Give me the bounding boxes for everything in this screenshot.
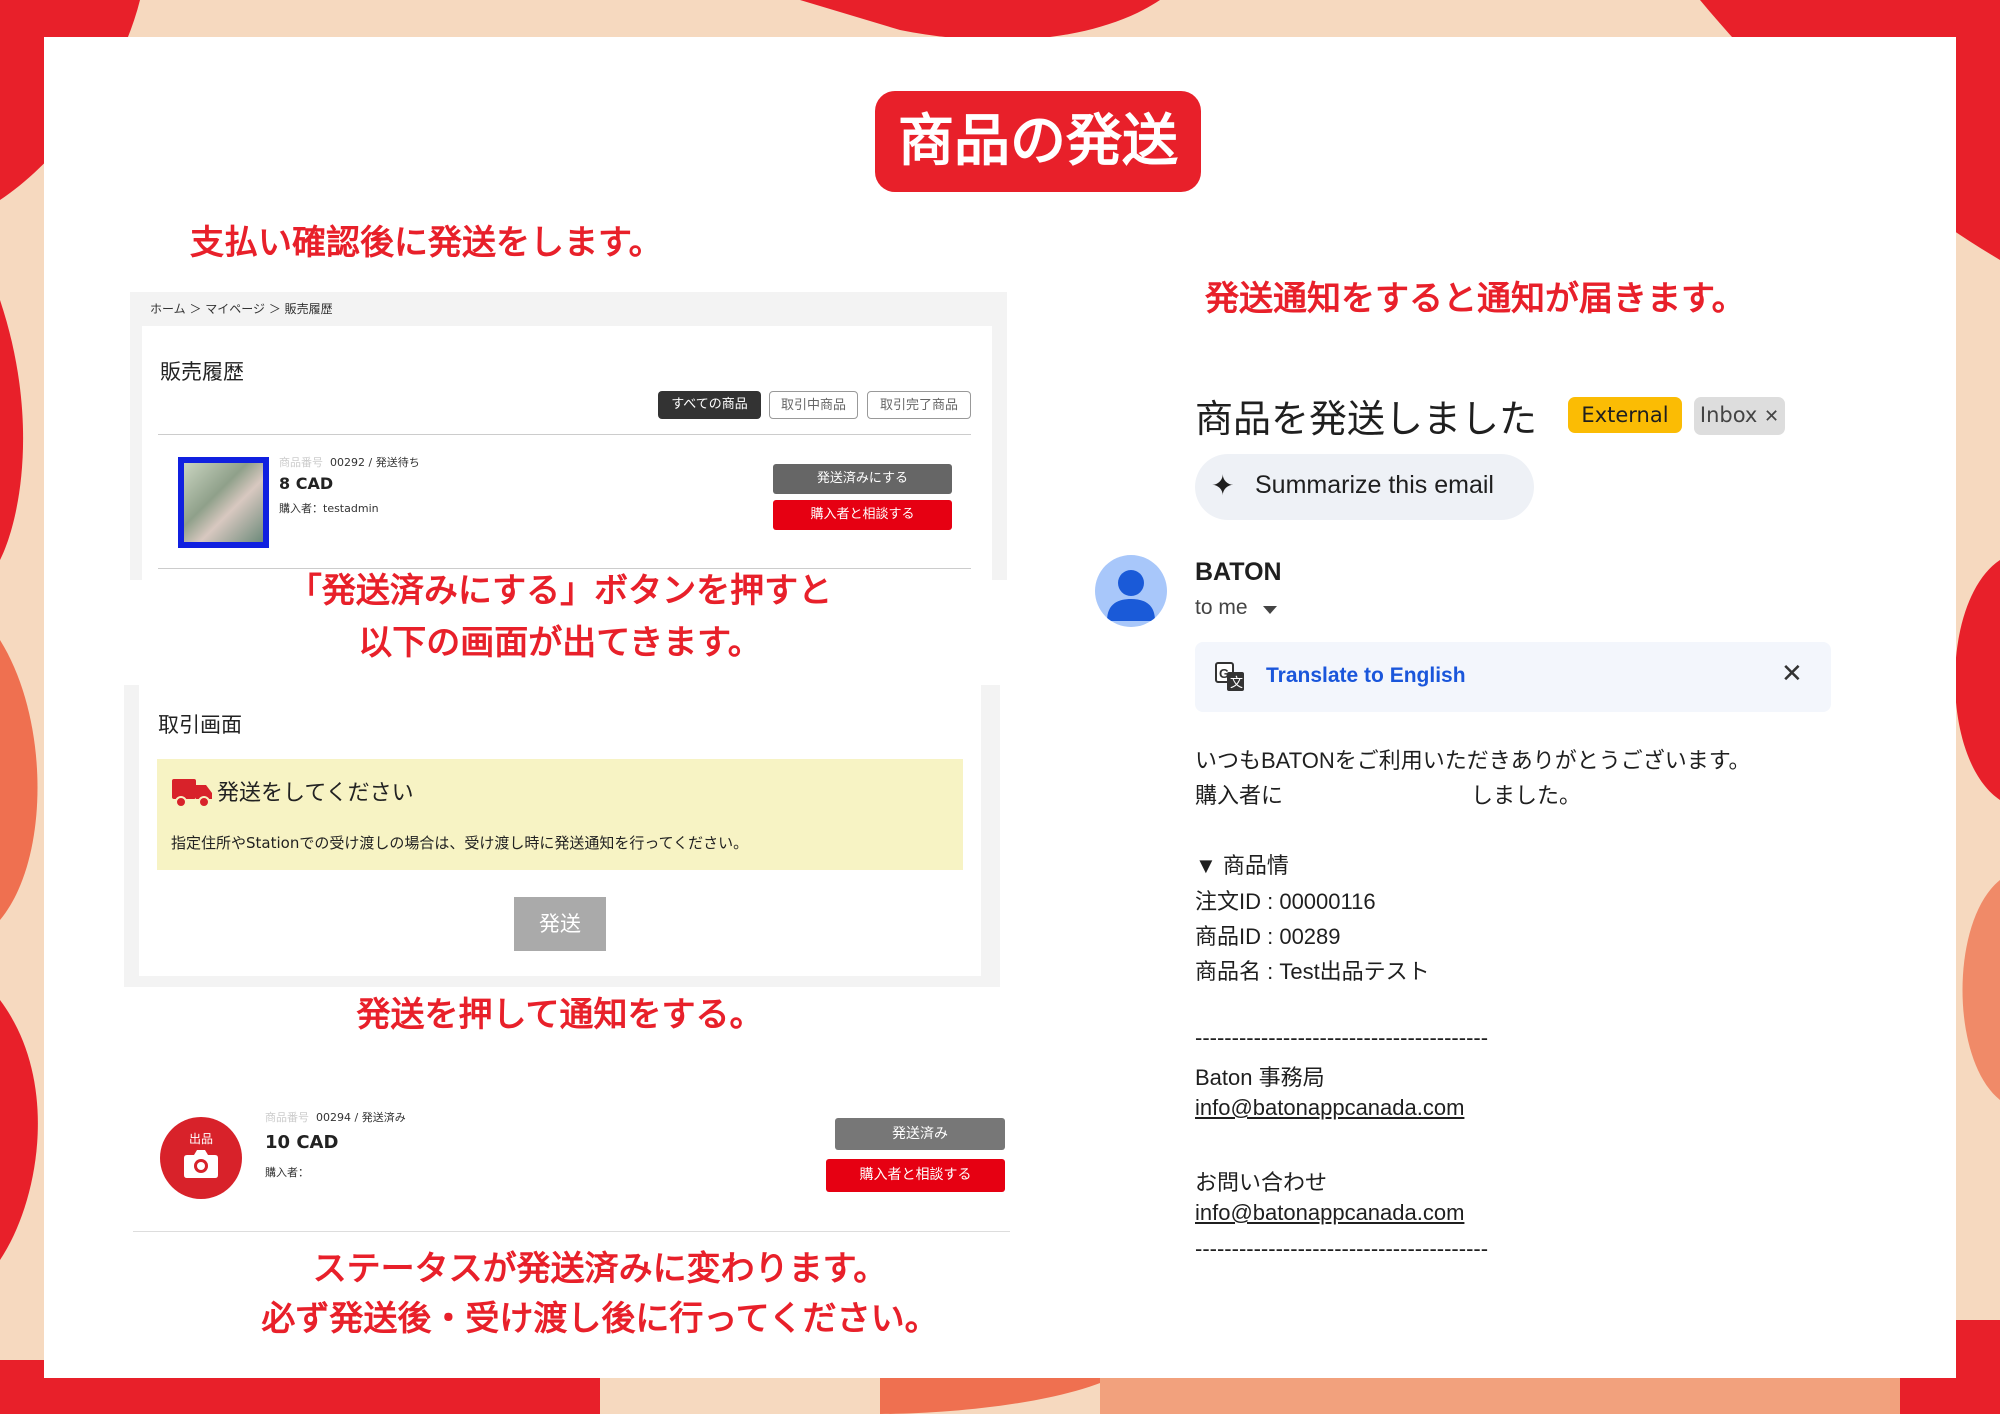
transaction-card: 取引画面 発送をしてください 指定住所やStationでの受け渡しの場合は、受け… bbox=[139, 685, 981, 976]
summarize-label: Summarize this email bbox=[1255, 471, 1494, 499]
email-link-1[interactable]: info@batonappcanada.com bbox=[1195, 1095, 1464, 1121]
email-link-2[interactable]: info@batonappcanada.com bbox=[1195, 1200, 1464, 1226]
email-body-line2: 購入者に しました。 bbox=[1195, 783, 1582, 808]
notice-body: 指定住所やStationでの受け渡しの場合は、受け渡し時に発送通知を行ってくださ… bbox=[171, 834, 749, 852]
inbox-badge[interactable]: Inbox ✕ bbox=[1694, 397, 1785, 435]
mark-shipped-button[interactable]: 発送済みにする bbox=[773, 464, 952, 494]
translate-icon: G 文 bbox=[1215, 662, 1244, 691]
ship-notice: 発送をしてください 指定住所やStationでの受け渡しの場合は、受け渡し時に発… bbox=[157, 759, 963, 870]
step2-caption-line1: 「発送済みにする」ボタンを押すと bbox=[287, 571, 833, 611]
divider bbox=[158, 434, 971, 435]
item-price: 8 CAD bbox=[279, 474, 334, 493]
person-icon bbox=[1107, 570, 1155, 621]
email-order-id: 注文ID : 00000116 bbox=[1195, 889, 1376, 914]
shipped-item-price: 10 CAD bbox=[265, 1132, 339, 1153]
step3-caption: 発送を押して通知をする。 bbox=[356, 995, 764, 1035]
consult-buyer-button-2[interactable]: 購入者と相談する bbox=[826, 1159, 1005, 1192]
translate-link[interactable]: Translate to English bbox=[1266, 664, 1466, 688]
sender-name: BATON bbox=[1195, 558, 1282, 586]
transaction-heading: 取引画面 bbox=[158, 713, 242, 737]
shipped-status-button[interactable]: 発送済み bbox=[835, 1118, 1005, 1150]
tab-in-progress[interactable]: 取引中商品 bbox=[769, 391, 858, 419]
email-product-name: 商品名 : Test出品テスト bbox=[1195, 959, 1430, 984]
to-me-label: to me bbox=[1195, 596, 1248, 619]
truck-icon bbox=[172, 779, 212, 808]
email-divider: ---------------------------------------- bbox=[1195, 1025, 1489, 1050]
close-icon[interactable]: ✕ bbox=[1781, 659, 1803, 689]
sales-history-heading: 販売履歴 bbox=[160, 360, 244, 384]
summarize-button[interactable]: ✦ Summarize this email bbox=[1195, 454, 1534, 520]
email-contact: お問い合わせ bbox=[1195, 1170, 1328, 1195]
product-thumbnail[interactable] bbox=[178, 457, 269, 548]
sales-history-panel: ホーム ＞ マイページ ＞ 販売履歴 販売履歴 すべての商品 取引中商品 取引完… bbox=[130, 292, 1007, 580]
remove-label-icon[interactable]: ✕ bbox=[1764, 406, 1779, 427]
step4-caption-line1: ステータスが発送済みに変わります。 bbox=[312, 1249, 888, 1289]
email-body-section: ▼ 商品情 bbox=[1195, 853, 1289, 878]
step4-caption-line2: 必ず発送後・受け渡し後に行ってください。 bbox=[261, 1299, 939, 1339]
transaction-panel: 取引画面 発送をしてください 指定住所やStationでの受け渡しの場合は、受け… bbox=[124, 685, 1000, 987]
email-body-line1: いつもBATONをご利用いただきありがとうございます。 bbox=[1195, 748, 1751, 773]
recipient-dropdown[interactable]: to me bbox=[1195, 596, 1277, 620]
consult-buyer-button[interactable]: 購入者と相談する bbox=[773, 500, 952, 530]
notify-caption: 発送通知をすると通知が届きます。 bbox=[1205, 279, 1746, 319]
email-subject: 商品を発送しました bbox=[1195, 399, 1538, 441]
svg-text:文: 文 bbox=[1230, 676, 1243, 691]
divider bbox=[133, 1231, 1010, 1232]
avatar[interactable] bbox=[1095, 555, 1167, 627]
chevron-down-icon bbox=[1262, 605, 1277, 614]
shipped-item-number: 商品番号 00294 / 発送済み bbox=[265, 1111, 406, 1124]
translate-bar: G 文 Translate to English ✕ bbox=[1195, 642, 1831, 712]
step2-caption-line2: 以下の画面が出てきます。 bbox=[358, 623, 762, 663]
external-badge: External bbox=[1568, 397, 1682, 433]
listing-icon-label: 出品 bbox=[188, 1132, 213, 1146]
shipped-item-buyer: 購入者： bbox=[265, 1166, 309, 1179]
camera-icon bbox=[184, 1150, 218, 1178]
item-number: 商品番号 00292 / 発送待ち bbox=[279, 456, 420, 469]
tab-all-items[interactable]: すべての商品 bbox=[658, 391, 761, 419]
step1-caption: 支払い確認後に発送をします。 bbox=[190, 223, 663, 263]
page-title: 商品の発送 bbox=[875, 91, 1201, 192]
sparkle-icon: ✦ bbox=[1211, 469, 1235, 502]
send-button[interactable]: 発送 bbox=[514, 897, 606, 951]
email-product-id: 商品ID : 00289 bbox=[1195, 924, 1341, 949]
notice-title: 発送をしてください bbox=[217, 781, 414, 806]
email-divider-2: ---------------------------------------- bbox=[1195, 1236, 1489, 1261]
sales-history-card: 販売履歴 すべての商品 取引中商品 取引完了商品 商品番号 00292 / 発送… bbox=[142, 326, 992, 580]
item-buyer: 購入者：testadmin bbox=[279, 502, 379, 515]
listing-camera-icon[interactable]: 出品 bbox=[160, 1117, 242, 1199]
breadcrumb: ホーム ＞ マイページ ＞ 販売履歴 bbox=[150, 302, 333, 316]
email-office: Baton 事務局 bbox=[1195, 1065, 1325, 1090]
tab-completed[interactable]: 取引完了商品 bbox=[867, 391, 971, 419]
